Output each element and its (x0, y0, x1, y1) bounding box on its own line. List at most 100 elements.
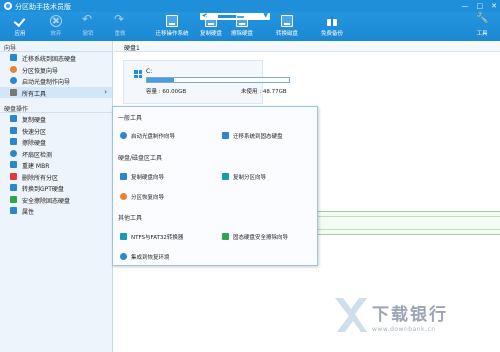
ssd-icon (222, 233, 229, 240)
sidebar-item-all-tools[interactable]: 所有工具 › (0, 86, 112, 98)
menu-item-label: 复制硬盘向导 (131, 175, 165, 181)
close-button[interactable]: ✕ (491, 2, 497, 10)
menu-item-label: 复制分区向导 (233, 175, 267, 181)
recovery-icon (120, 193, 127, 200)
sidebar-item-migrate-ssd[interactable]: 迁移系统到固态硬盘 (0, 52, 112, 64)
free-backup-label: 免费备份 (320, 31, 343, 37)
sidebar-item-label: 擦除硬盘 (22, 140, 47, 147)
migrate-icon (10, 54, 17, 61)
menu-item-partition-recovery[interactable]: 分区恢复向导 (120, 193, 164, 201)
sidebar-item-properties[interactable]: 属性 (0, 205, 112, 217)
integrate-icon (120, 253, 127, 260)
converter-icon (120, 233, 127, 240)
wipe-disk-button[interactable]: 擦除硬盘 (224, 14, 260, 40)
menu-item-label: 启动光盘制作向导 (131, 134, 176, 140)
sidebar-item-label: 坏扇区检测 (22, 151, 53, 159)
convert-disk-button[interactable]: 转换磁盘 (269, 14, 305, 40)
sidebar-item-boot-disc[interactable]: 启动光盘制作向导 (0, 75, 112, 87)
apply-button[interactable]: 应用 (2, 14, 38, 40)
sidebar-item-copy-disk[interactable]: 复制硬盘 (0, 113, 112, 125)
delete-icon (10, 172, 17, 180)
discard-button[interactable]: 放弃 (38, 14, 74, 40)
migrate-disk-icon (166, 15, 178, 27)
free-backup-button[interactable]: 免费备份 (314, 14, 350, 40)
sidebar-item-wipe-disk[interactable]: 擦除硬盘 (0, 136, 112, 148)
menu-item-label: 分区恢复向导 (131, 195, 165, 201)
cancel-icon (50, 15, 62, 27)
apply-label: 应用 (14, 31, 26, 37)
sidebar-item-partition-recovery[interactable]: 分区恢复向导 (0, 64, 112, 76)
menu-item-ntfs-fat32[interactable]: NTFS与FAT32转换器 (120, 233, 183, 241)
sidebar-item-convert-gpt[interactable]: 转换到GPT硬盘 (0, 182, 112, 194)
tools-button[interactable]: 工具 (464, 13, 500, 40)
undo-icon (82, 12, 94, 27)
copy-disk-icon (120, 173, 127, 180)
sidebar-item-label: 分区恢复向导 (22, 67, 59, 75)
usage-bar-fill (147, 78, 174, 82)
partition-card[interactable]: C: 容量 : 60.00GB 未使用 : 48.77GB (123, 60, 290, 104)
disk-tools-header: 硬盘/磁盘区工具 (118, 155, 163, 162)
capacity-text: 容量 : 60.00GB (146, 89, 187, 95)
sidebar-item-label: 安全擦除固态硬盘 (22, 197, 71, 205)
toolbar: ◀ ▼ 应用 放弃 撤销 重做 迁移操作系统 复制硬盘 (0, 12, 500, 41)
wipe-icon (10, 138, 17, 145)
redo-icon (114, 12, 126, 27)
drive-letter: C: (146, 68, 153, 75)
menu-item-boot-disc[interactable]: 启动光盘制作向导 (120, 132, 175, 140)
redo-label: 重做 (114, 31, 126, 37)
recovery-icon (10, 65, 17, 73)
menu-item-ssd-erase[interactable]: 固态硬盘安全擦除向导 (222, 233, 288, 241)
wizard-section-header: 向导 (0, 41, 112, 52)
migrate-os-label: 迁移操作系统 (155, 31, 189, 37)
sidebar-item-label: 所有工具 (22, 90, 47, 98)
maximize-button[interactable]: □ (477, 2, 484, 10)
menu-item-migrate-ssd[interactable]: 迁移系统到固态硬盘 (222, 132, 283, 140)
other-tools-header: 其他工具 (118, 215, 143, 222)
sidebar-item-bad-sector[interactable]: 坏扇区检测 (0, 148, 112, 160)
disc-icon (120, 132, 127, 139)
app-logo-icon (4, 2, 12, 10)
all-tools-menu: 一般工具 启动光盘制作向导 迁移系统到固态硬盘 硬盘/磁盘区工具 复制硬盘向导 … (112, 106, 318, 266)
title-bar: 分区助手技术员版 — □ ✕ (0, 0, 500, 12)
menu-item-recovery-env[interactable]: 集成到恢复环境 (120, 253, 170, 261)
copy-disk-icon (10, 115, 17, 122)
watermark-text: 下载银行 (372, 305, 448, 325)
watermark-logo-icon (335, 298, 367, 332)
sidebar-item-label: 迁移系统到固态硬盘 (22, 56, 77, 63)
sidebar: 向导 迁移系统到固态硬盘 分区恢复向导 启动光盘制作向导 所有工具 › 硬盘操作… (0, 41, 113, 352)
app-title: 分区助手技术员版 (15, 3, 71, 11)
gift-icon (326, 15, 338, 27)
disk-ops-section-header: 硬盘操作 (0, 102, 112, 113)
menu-item-copy-partition[interactable]: 复制分区向导 (222, 173, 266, 181)
window-controls: — □ ✕ (462, 2, 498, 10)
sidebar-item-label: 属性 (22, 209, 35, 216)
chevron-down-icon: ▼ (263, 12, 268, 19)
undo-button[interactable]: 撤销 (70, 12, 106, 40)
sidebar-item-rebuild-mbr[interactable]: 重建 MBR (0, 159, 112, 171)
menu-item-label: 迁移系统到固态硬盘 (233, 134, 283, 140)
ssd-icon (10, 195, 17, 203)
check-icon (14, 15, 26, 27)
usage-bar (146, 77, 290, 83)
convert-icon (10, 184, 17, 191)
windows-icon (134, 70, 142, 78)
disk-label: 硬盘1 (114, 41, 500, 52)
copy-partition-icon (222, 173, 229, 180)
minimize-button[interactable]: — (462, 2, 469, 10)
sidebar-item-quick-partition[interactable]: 快速分区 (0, 125, 112, 137)
redo-button[interactable]: 重做 (102, 12, 138, 40)
menu-item-copy-disk[interactable]: 复制硬盘向导 (120, 173, 164, 181)
sidebar-item-label: 复制硬盘 (22, 117, 47, 124)
sidebar-item-delete-partitions[interactable]: 删除所有分区 (0, 171, 112, 183)
migrate-os-button[interactable]: 迁移操作系统 (150, 14, 194, 40)
wipe-disk-label: 擦除硬盘 (230, 31, 253, 37)
partition-icon (10, 126, 17, 134)
sidebar-item-label: 重建 MBR (22, 163, 50, 170)
menu-item-label: 集成到恢复环境 (131, 255, 170, 261)
app-window: 分区助手技术员版 — □ ✕ ◀ ▼ 应用 放弃 撤销 重做 (0, 0, 500, 352)
sidebar-item-secure-erase[interactable]: 安全擦除固态硬盘 (0, 194, 112, 206)
sidebar-item-label: 快速分区 (22, 128, 47, 136)
mbr-icon (10, 161, 17, 168)
discard-label: 放弃 (50, 31, 62, 37)
sidebar-item-label: 启动光盘制作向导 (22, 79, 71, 86)
